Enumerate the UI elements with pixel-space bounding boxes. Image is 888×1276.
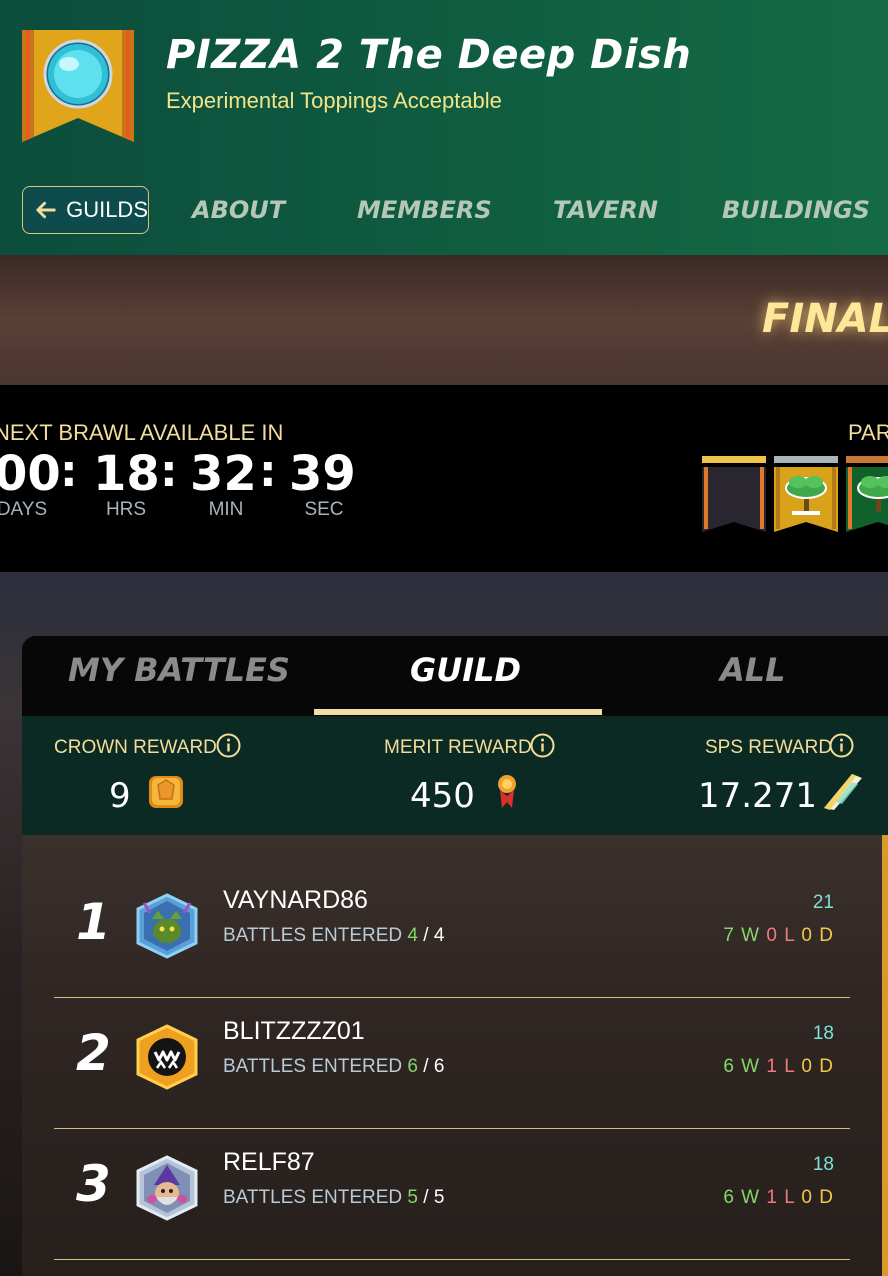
draws-count: 0 <box>801 1187 813 1208</box>
draws-letter: D <box>819 1187 834 1208</box>
losses-letter: L <box>784 1187 796 1208</box>
countdown-hours-unit: HRS <box>105 499 147 520</box>
scrollbar[interactable] <box>882 835 888 1276</box>
battles-total-count: 6 <box>433 1056 445 1077</box>
losses-count: 1 <box>766 1187 778 1208</box>
draws-count: 0 <box>801 1056 813 1077</box>
tab-buildings[interactable]: BUILDINGS <box>722 196 870 224</box>
losses-count: 1 <box>766 1056 778 1077</box>
crown-reward-value: 9 <box>109 776 131 816</box>
member-rank: 3 <box>76 1155 111 1213</box>
guild-motto: Experimental Toppings Acceptable <box>166 88 502 113</box>
battles-entered-label: BATTLES ENTERED <box>223 1056 403 1077</box>
brawl-hero-banner <box>0 255 888 385</box>
info-icon[interactable] <box>530 733 555 758</box>
countdown-separator: : <box>60 446 78 497</box>
countdown-days: 00 <box>0 446 61 502</box>
member-name: BLITZZZZ01 <box>223 1017 365 1045</box>
wins-count: 6 <box>723 1056 735 1077</box>
info-icon[interactable] <box>829 733 854 758</box>
battles-entered: BATTLES ENTERED 5 / 5 <box>223 1187 445 1208</box>
countdown-hours: 18 <box>93 446 160 502</box>
tab-guild[interactable]: GUILD <box>410 651 521 689</box>
info-icon[interactable] <box>216 733 241 758</box>
member-rank: 2 <box>76 1024 111 1082</box>
tab-members[interactable]: MEMBERS <box>357 196 492 224</box>
back-to-guilds-button[interactable]: GUILDS <box>22 186 149 234</box>
draws-count: 0 <box>801 925 813 946</box>
countdown-separator: : <box>160 446 178 497</box>
merit-reward-label: MERIT REWARD <box>384 737 532 758</box>
member-row[interactable]: 1 VAYNARD86 BATTLES ENTERED 4 / 4 21 7 W… <box>54 867 850 998</box>
losses-count: 0 <box>766 925 778 946</box>
goblin-avatar-icon <box>136 893 198 959</box>
battles-entered-label: BATTLES ENTERED <box>223 925 403 946</box>
tree-icon[interactable] <box>846 456 888 534</box>
wins-letter: W <box>741 1056 761 1077</box>
participants-label: PAR <box>848 420 888 445</box>
wins-count: 7 <box>723 925 735 946</box>
losses-letter: L <box>784 925 796 946</box>
merit-reward-value: 450 <box>410 776 475 816</box>
losses-letter: L <box>784 1056 796 1077</box>
win-loss-draw: 6 W 1 L 0 D <box>723 1187 834 1209</box>
battles-entered-label: BATTLES ENTERED <box>223 1187 403 1208</box>
battles-entered-count: 4 <box>407 925 418 946</box>
tab-tavern[interactable]: TAVERN <box>553 196 658 224</box>
countdown-seconds: 39 <box>289 446 356 502</box>
draws-letter: D <box>819 1056 834 1077</box>
member-score: 18 <box>812 1154 834 1175</box>
tab-about[interactable]: ABOUT <box>192 196 285 224</box>
back-button-label: GUILDS <box>66 197 148 222</box>
crown-reward-label: CROWN REWARD <box>54 737 217 758</box>
battles-entered: BATTLES ENTERED 4 / 4 <box>223 925 445 946</box>
member-row[interactable]: 3 RELF87 BATTLES ENTERED 5 / 5 18 6 W 1 … <box>54 1129 850 1260</box>
win-loss-draw: 7 W 0 L 0 D <box>723 925 834 947</box>
countdown-seconds-unit: SEC <box>304 499 344 520</box>
guild-banner-icon <box>22 30 134 142</box>
wizard-avatar-icon <box>136 1155 198 1221</box>
merit-medal-icon <box>498 775 516 808</box>
countdown-minutes-unit: MIN <box>208 499 244 520</box>
active-tab-indicator <box>314 709 602 715</box>
tree-icon[interactable] <box>774 456 838 534</box>
tab-my-battles[interactable]: MY BATTLES <box>68 651 290 689</box>
countdown-separator: : <box>259 446 277 497</box>
tab-all[interactable]: ALL <box>720 651 786 689</box>
guild-title: PIZZA 2 The Deep Dish <box>166 32 692 78</box>
member-score: 21 <box>812 892 834 913</box>
member-row[interactable]: 2 BLITZZZZ01 BATTLES ENTERED 6 / 6 18 6 … <box>54 998 850 1129</box>
win-loss-draw: 6 W 1 L 0 D <box>723 1056 834 1078</box>
sps-reward-value: 17.271 <box>698 776 817 816</box>
wins-letter: W <box>741 1187 761 1208</box>
battles-total-count: 5 <box>433 1187 445 1208</box>
battles-entered-count: 6 <box>407 1056 418 1077</box>
empty-flag-icon[interactable] <box>702 456 766 534</box>
monster-mouth-avatar-icon <box>136 1024 198 1090</box>
brawl-stage-title: FINAL <box>762 296 888 342</box>
battles-entered: BATTLES ENTERED 6 / 6 <box>223 1056 445 1077</box>
wins-letter: W <box>741 925 761 946</box>
member-score: 18 <box>812 1023 834 1044</box>
crown-token-icon <box>149 776 183 808</box>
countdown-days-unit: DAYS <box>0 499 48 520</box>
countdown-minutes: 32 <box>190 446 257 502</box>
wins-count: 6 <box>723 1187 735 1208</box>
draws-letter: D <box>819 925 834 946</box>
member-name: VAYNARD86 <box>223 886 368 914</box>
sps-reward-label: SPS REWARD <box>705 737 833 758</box>
row-divider <box>54 1259 850 1260</box>
battles-entered-count: 5 <box>407 1187 418 1208</box>
battle-panel: MY BATTLES GUILD ALL CROWN REWARD 9 MERI… <box>22 636 888 1276</box>
battles-total-count: 4 <box>433 925 445 946</box>
member-name: RELF87 <box>223 1148 315 1176</box>
member-rank: 1 <box>76 893 111 951</box>
next-brawl-label: NEXT BRAWL AVAILABLE IN <box>0 420 284 445</box>
sps-crystal-icon <box>824 774 862 810</box>
arrow-left-icon <box>36 201 56 219</box>
